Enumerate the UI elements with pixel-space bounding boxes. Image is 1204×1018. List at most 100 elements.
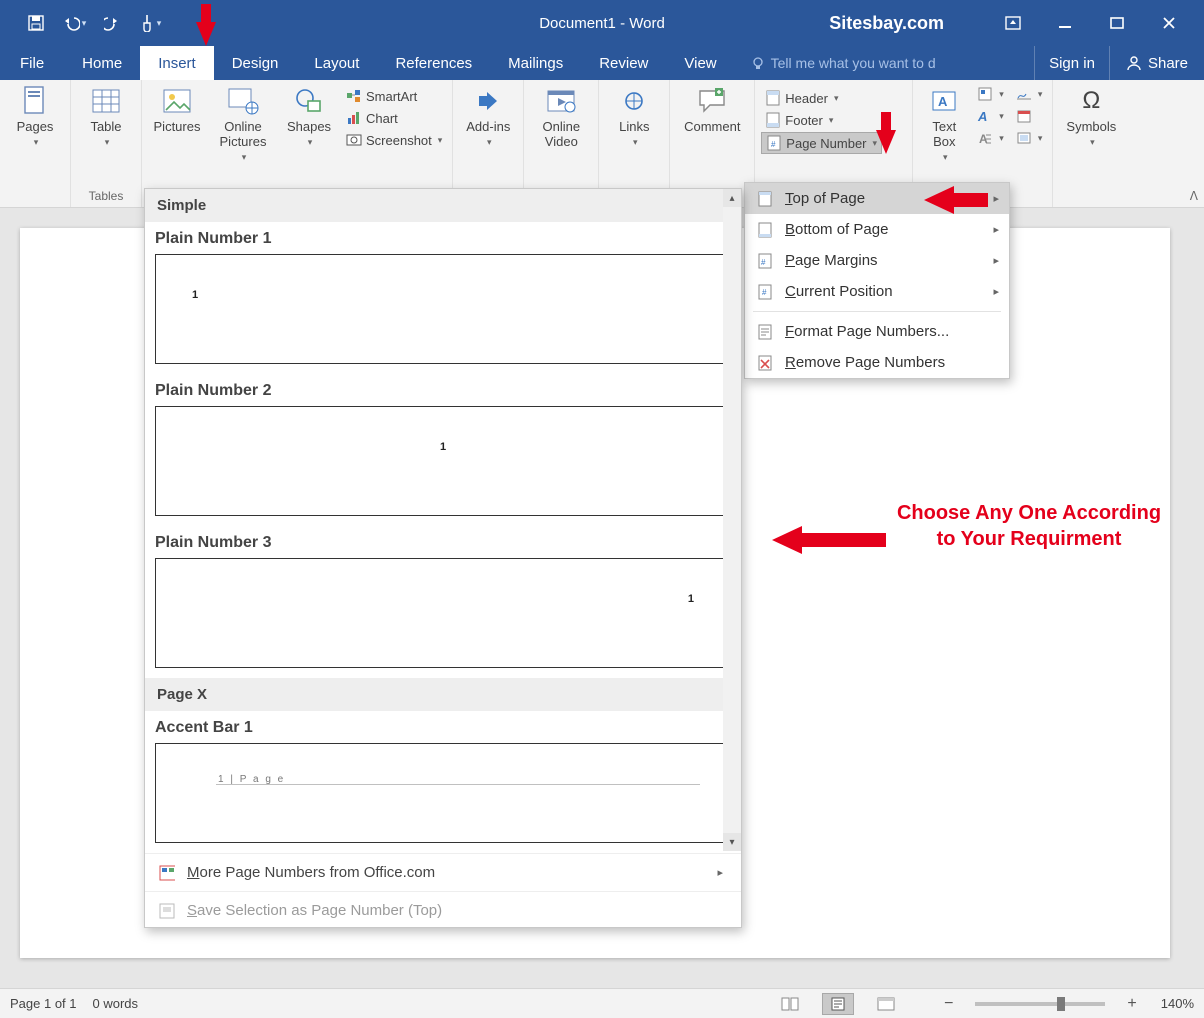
symbols-label: Symbols [1066, 120, 1116, 135]
svg-text:#: # [762, 288, 767, 297]
gallery-more-office[interactable]: More Page Numbers from Office.com ▸ [145, 853, 741, 891]
maximize-icon[interactable] [1094, 8, 1140, 38]
gallery-item-plain2[interactable]: 1 [155, 406, 731, 516]
tab-view[interactable]: View [666, 46, 734, 80]
scroll-down-icon[interactable]: ▾ [723, 833, 741, 851]
tab-insert[interactable]: Insert [140, 46, 214, 80]
page-number-button[interactable]: #Page Number▾ [761, 132, 882, 154]
online-pictures-button[interactable]: Online Pictures▾ [210, 82, 276, 164]
tab-review[interactable]: Review [581, 46, 666, 80]
footer-icon [765, 112, 781, 128]
chevron-right-icon: ▸ [993, 223, 999, 236]
share-button[interactable]: Share [1109, 46, 1204, 80]
illustrations-stack: SmartArt Chart Screenshot▾ [342, 82, 446, 150]
comment-button[interactable]: Comment [676, 82, 748, 137]
page-number-icon: # [766, 135, 782, 151]
drop-cap-button[interactable]: A▾ [973, 128, 1008, 148]
quick-parts-icon [977, 86, 993, 102]
menu-top-label: Top of Page [785, 190, 865, 207]
zoom-knob[interactable] [1057, 997, 1065, 1011]
header-button[interactable]: Header▾ [761, 88, 882, 108]
tab-file[interactable]: File [0, 46, 64, 80]
annotation-arrow-top-of-page [924, 186, 988, 214]
gallery-save-label: Save Selection as Page Number (Top) [187, 902, 442, 919]
object-icon [1016, 130, 1032, 146]
menu-remove-page-numbers[interactable]: Remove Page Numbers [745, 347, 1009, 378]
status-page[interactable]: Page 1 of 1 [10, 996, 77, 1011]
save-icon[interactable] [18, 8, 54, 38]
annotation-arrow-insert [196, 4, 216, 46]
tab-home[interactable]: Home [64, 46, 140, 80]
minimize-icon[interactable] [1042, 8, 1088, 38]
omega-icon: Ω [1074, 84, 1108, 118]
text-box-button[interactable]: AText Box▾ [919, 82, 969, 164]
pages-label: Pages [17, 120, 54, 135]
page-top-icon [757, 191, 773, 207]
gallery-item-plain3[interactable]: 1 [155, 558, 731, 668]
text-box-icon: A [927, 84, 961, 118]
object-button[interactable]: ▾ [1012, 128, 1047, 148]
online-video-button[interactable]: Online Video [530, 82, 592, 152]
screenshot-label: Screenshot [366, 133, 432, 148]
scroll-up-icon[interactable]: ▴ [723, 189, 741, 207]
menu-bottom-of-page[interactable]: Bottom of Page ▸ [745, 214, 1009, 245]
undo-icon[interactable]: ▾ [56, 8, 92, 38]
addins-button[interactable]: Add-ins▾ [459, 82, 517, 149]
symbols-button[interactable]: ΩSymbols▾ [1059, 82, 1123, 149]
table-button[interactable]: Table▾ [77, 82, 135, 149]
gallery-section-pagex: Page X [145, 678, 741, 711]
menu-separator [753, 311, 1001, 312]
text-extra-stack2: ▾ ▾ [1012, 82, 1047, 148]
tell-me-box[interactable]: Tell me what you want to d [735, 46, 1034, 80]
smartart-button[interactable]: SmartArt [342, 86, 446, 106]
date-time-button[interactable] [1012, 106, 1047, 126]
menu-current-position[interactable]: # Current Position ▸ [745, 276, 1009, 307]
touch-mode-icon[interactable]: ▾ [132, 8, 168, 38]
tab-design[interactable]: Design [214, 46, 297, 80]
tab-layout[interactable]: Layout [296, 46, 377, 80]
wordart-button[interactable]: A▾ [973, 106, 1008, 126]
page-margin-icon: # [757, 253, 773, 269]
close-icon[interactable] [1146, 8, 1192, 38]
signature-line-button[interactable]: ▾ [1012, 84, 1047, 104]
view-web-layout-icon[interactable] [870, 993, 902, 1015]
drop-cap-icon: A [977, 130, 993, 146]
wordart-icon: A [977, 108, 993, 124]
page-number-gallery: Simple Plain Number 1 1 Plain Number 2 1… [144, 188, 742, 928]
title-bar: ▾ ▾ Document1 - Word Sitesbay.com [0, 0, 1204, 46]
view-print-layout-icon[interactable] [822, 993, 854, 1015]
online-video-label: Online Video [532, 120, 590, 150]
shapes-button[interactable]: Shapes▾ [280, 82, 338, 149]
status-words[interactable]: 0 words [93, 996, 139, 1011]
gallery-item-accent1[interactable]: 1 | P a g e [155, 743, 731, 843]
view-read-mode-icon[interactable] [774, 993, 806, 1015]
tab-references[interactable]: References [377, 46, 490, 80]
tab-mailings[interactable]: Mailings [490, 46, 581, 80]
menu-format-page-numbers[interactable]: Format Page Numbers... [745, 316, 1009, 347]
svg-text:#: # [771, 140, 776, 149]
zoom-slider[interactable] [975, 1002, 1105, 1006]
pages-button[interactable]: Pages▾ [6, 82, 64, 149]
collapse-ribbon-icon[interactable]: ᐱ [1190, 189, 1198, 203]
zoom-level[interactable]: 140% [1161, 996, 1194, 1011]
window-controls [990, 8, 1192, 38]
gallery-scrollbar[interactable]: ▴ ▾ [723, 189, 741, 851]
video-icon [544, 84, 578, 118]
zoom-out-icon[interactable]: − [944, 995, 953, 1013]
redo-icon[interactable] [94, 8, 130, 38]
ribbon-display-icon[interactable] [990, 8, 1036, 38]
pictures-button[interactable]: Pictures [148, 82, 206, 137]
quick-parts-button[interactable]: ▾ [973, 84, 1008, 104]
group-symbols: ΩSymbols▾ [1053, 80, 1129, 207]
footer-button[interactable]: Footer▾ [761, 110, 882, 130]
chart-button[interactable]: Chart [342, 108, 446, 128]
menu-page-margins[interactable]: # Page Margins ▸ [745, 245, 1009, 276]
sign-in-link[interactable]: Sign in [1034, 46, 1109, 80]
annotation-text: Choose Any One According to Your Requirm… [884, 500, 1174, 552]
screenshot-button[interactable]: Screenshot▾ [342, 130, 446, 150]
gallery-item-accent1-title: Accent Bar 1 [145, 711, 741, 743]
gallery-item-plain1[interactable]: 1 [155, 254, 731, 364]
page-bottom-icon [757, 222, 773, 238]
links-button[interactable]: Links▾ [605, 82, 663, 149]
zoom-in-icon[interactable]: + [1127, 995, 1136, 1013]
